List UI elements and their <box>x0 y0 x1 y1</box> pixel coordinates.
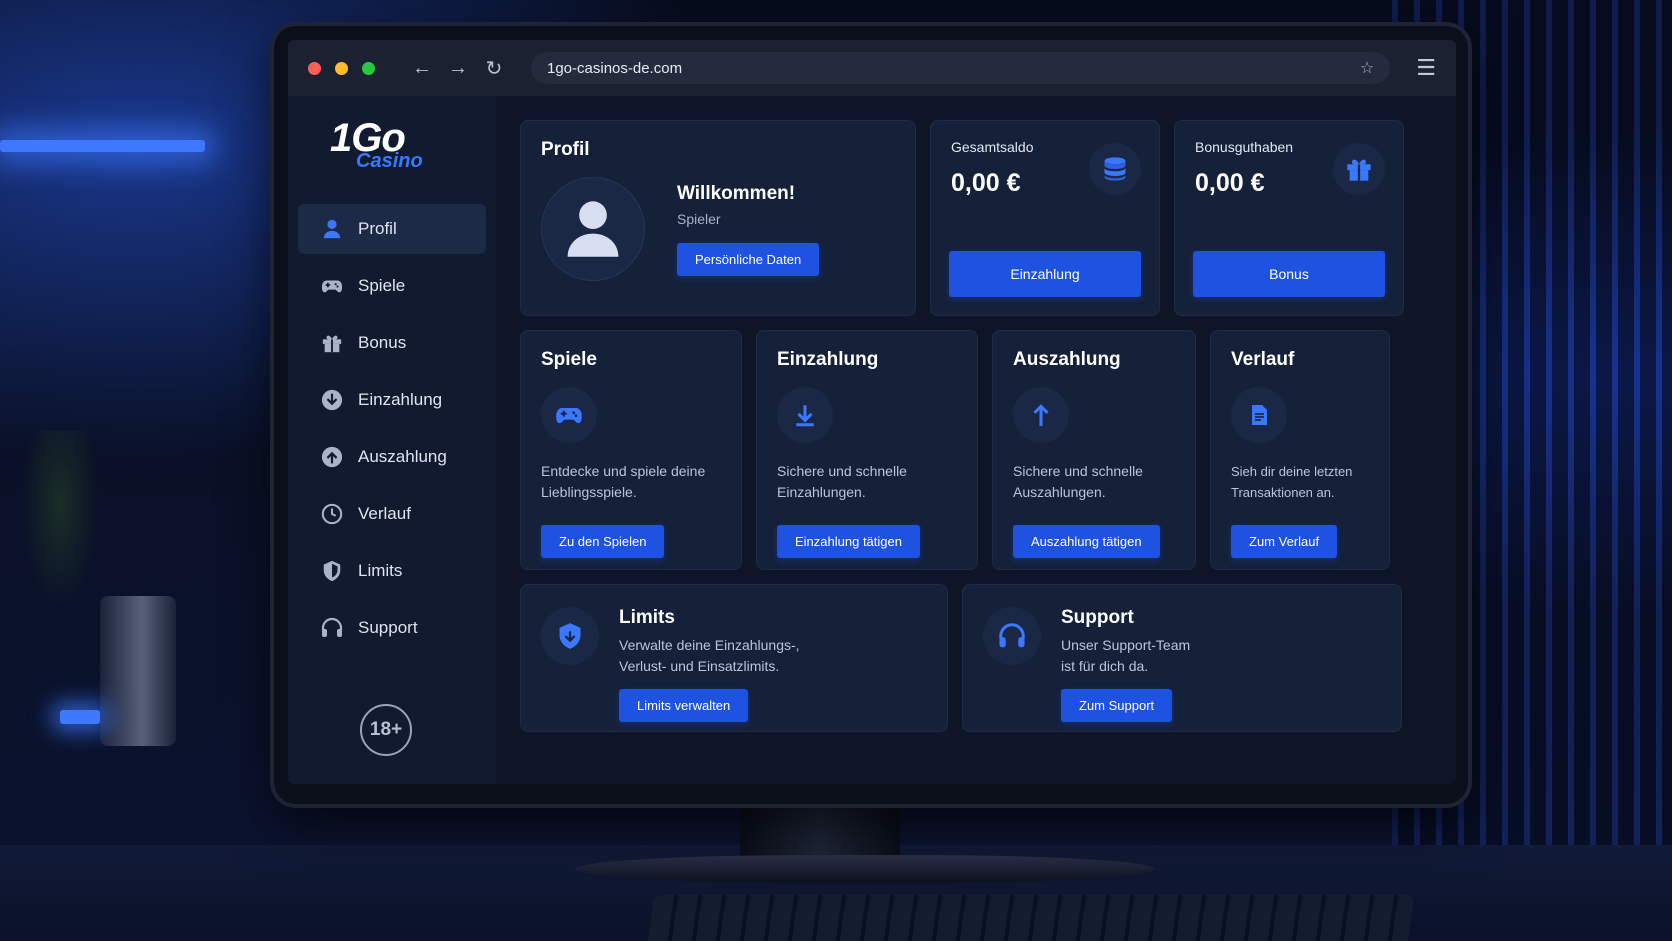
gift-icon <box>1333 143 1385 195</box>
sidebar-item-label: Support <box>358 618 418 637</box>
withdrawal-card-description: Sichere und schnelle Auszahlungen. <box>1013 463 1143 500</box>
reload-icon[interactable]: ↻ <box>483 56 505 81</box>
background-light-small <box>60 710 100 724</box>
deposit-button[interactable]: Einzahlung <box>949 251 1141 297</box>
games-card-description: Entdecke und spiele deine Lieblingsspiel… <box>541 463 706 500</box>
withdrawal-card-title: Auszahlung <box>1013 349 1121 370</box>
user-icon <box>320 217 344 241</box>
manage-limits-button[interactable]: Limits verwalten <box>619 689 749 722</box>
gift-icon <box>320 331 344 355</box>
make-deposit-button[interactable]: Einzahlung tätigen <box>777 525 920 558</box>
background-speaker <box>100 596 176 746</box>
profile-card: Profil Willkommen! Spieler Persönliche D… <box>520 120 916 316</box>
dashboard: Profil Willkommen! Spieler Persönliche D… <box>496 96 1456 784</box>
sidebar-item-label: Spiele <box>358 276 406 295</box>
history-card-title: Verlauf <box>1231 349 1295 370</box>
coins-icon <box>1089 143 1141 195</box>
sidebar: 1Go Casino Profil Spiele Bonus Einzahlun… <box>288 96 496 784</box>
browser-window: ← → ↻ 1go-casinos-de.com ☆ ☰ 1Go Casino … <box>288 40 1456 784</box>
limits-card-title: Limits <box>619 607 675 628</box>
keyboard <box>645 895 1415 941</box>
sidebar-item-bonus[interactable]: Bonus <box>298 318 486 368</box>
balance-card: Gesamtsaldo 0,00 € Einzahlung <box>930 120 1160 316</box>
sidebar-item-label: Auszahlung <box>358 447 447 466</box>
sidebar-item-einzahlung[interactable]: Einzahlung <box>298 375 486 425</box>
top-row: Profil Willkommen! Spieler Persönliche D… <box>520 120 1428 316</box>
clock-icon <box>320 502 344 526</box>
shield-icon <box>541 607 599 665</box>
gamepad-icon <box>541 387 597 443</box>
withdrawal-card: Auszahlung Sichere und schnelle Auszahlu… <box>992 330 1196 570</box>
arrow-down-icon <box>777 387 833 443</box>
bottom-row: Limits Verwalte deine Einzahlungs-, Verl… <box>520 584 1428 732</box>
document-icon <box>1231 387 1287 443</box>
support-card: Support Unser Support-Team ist für dich … <box>962 584 1402 732</box>
arrow-down-circle-icon <box>320 388 344 412</box>
bonus-button[interactable]: Bonus <box>1193 251 1385 297</box>
deposit-card-title: Einzahlung <box>777 349 879 370</box>
games-card: Spiele Entdecke und spiele deine Lieblin… <box>520 330 742 570</box>
arrow-up-circle-icon <box>320 445 344 469</box>
logo-sub-text: Casino <box>356 150 423 172</box>
age-restriction-badge: 18+ <box>360 704 412 756</box>
monitor: ← → ↻ 1go-casinos-de.com ☆ ☰ 1Go Casino … <box>274 26 1468 804</box>
sidebar-item-label: Profil <box>358 219 397 238</box>
avatar-user-icon <box>567 201 619 257</box>
background-plant <box>20 430 100 610</box>
window-maximize-button[interactable] <box>362 61 375 75</box>
browser-menu-icon[interactable]: ☰ <box>1416 55 1436 81</box>
welcome-heading: Willkommen! <box>677 182 796 204</box>
shield-icon <box>320 559 344 583</box>
games-card-title: Spiele <box>541 349 597 370</box>
sidebar-item-profil[interactable]: Profil <box>298 204 486 254</box>
back-arrow-icon[interactable]: ← <box>411 57 433 80</box>
background-light <box>0 140 205 152</box>
sidebar-item-label: Limits <box>358 561 403 580</box>
personal-data-button[interactable]: Persönliche Daten <box>677 242 820 276</box>
address-bar[interactable]: 1go-casinos-de.com ☆ <box>531 52 1391 84</box>
headset-icon <box>983 607 1041 665</box>
bookmark-star-icon[interactable]: ☆ <box>1360 58 1374 78</box>
sidebar-item-label: Einzahlung <box>358 390 443 409</box>
go-to-support-button[interactable]: Zum Support <box>1061 689 1173 722</box>
logo[interactable]: 1Go Casino <box>288 118 496 204</box>
gamepad-icon <box>320 274 344 298</box>
profile-card-title: Profil <box>541 139 590 160</box>
sidebar-item-label: Bonus <box>358 333 407 352</box>
window-minimize-button[interactable] <box>335 61 348 75</box>
limits-card: Limits Verwalte deine Einzahlungs-, Verl… <box>520 584 948 732</box>
user-role: Spieler <box>677 210 721 227</box>
sidebar-item-label: Verlauf <box>358 504 411 523</box>
url-text: 1go-casinos-de.com <box>547 59 683 77</box>
history-card: Verlauf Sieh dir deine letzten Transakti… <box>1210 330 1390 570</box>
feature-row: Spiele Entdecke und spiele deine Lieblin… <box>520 330 1428 570</box>
avatar[interactable] <box>541 177 645 281</box>
deposit-card-description: Sichere und schnelle Einzahlungen. <box>777 463 907 500</box>
headset-icon <box>320 616 344 640</box>
limits-card-description: Verwalte deine Einzahlungs-, Verlust- un… <box>619 637 800 674</box>
history-card-description: Sieh dir deine letzten Transaktionen an. <box>1231 464 1353 500</box>
sidebar-item-limits[interactable]: Limits <box>298 546 486 596</box>
deposit-card: Einzahlung Sichere und schnelle Einzahlu… <box>756 330 978 570</box>
window-close-button[interactable] <box>308 61 321 75</box>
support-card-description: Unser Support-Team ist für dich da. <box>1061 637 1191 674</box>
arrow-up-icon <box>1013 387 1069 443</box>
go-to-games-button[interactable]: Zu den Spielen <box>541 525 665 558</box>
casino-app: 1Go Casino Profil Spiele Bonus Einzahlun… <box>288 96 1456 784</box>
forward-arrow-icon[interactable]: → <box>447 57 469 80</box>
sidebar-item-support[interactable]: Support <box>298 603 486 653</box>
sidebar-item-verlauf[interactable]: Verlauf <box>298 489 486 539</box>
bonus-balance-card: Bonusguthaben 0,00 € Bonus <box>1174 120 1404 316</box>
sidebar-item-spiele[interactable]: Spiele <box>298 261 486 311</box>
sidebar-item-auszahlung[interactable]: Auszahlung <box>298 432 486 482</box>
monitor-base <box>575 855 1155 883</box>
make-withdrawal-button[interactable]: Auszahlung tätigen <box>1013 525 1160 558</box>
go-to-history-button[interactable]: Zum Verlauf <box>1231 525 1338 558</box>
browser-toolbar: ← → ↻ 1go-casinos-de.com ☆ ☰ <box>288 40 1456 96</box>
support-card-title: Support <box>1061 607 1134 628</box>
